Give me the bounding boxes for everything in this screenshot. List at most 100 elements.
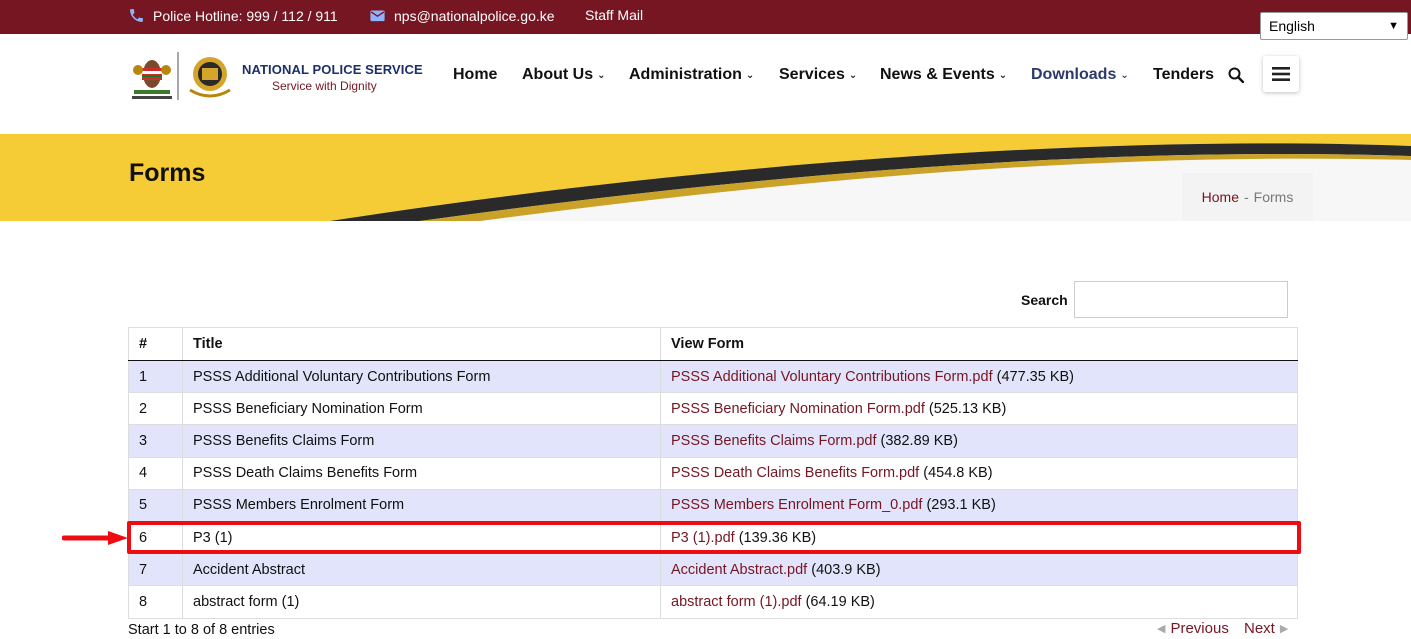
row-title: PSSS Death Claims Benefits Form bbox=[182, 456, 661, 490]
mail-icon bbox=[370, 10, 385, 22]
row-title: PSSS Beneficiary Nomination Form bbox=[182, 392, 661, 426]
row-view-form: abstract form (1).pdf (64.19 KB) bbox=[660, 585, 1298, 619]
file-size: (382.89 KB) bbox=[876, 432, 958, 449]
email-link[interactable]: nps@nationalpolice.go.ke bbox=[369, 7, 555, 24]
row-number: 8 bbox=[128, 585, 183, 619]
row-number: 3 bbox=[128, 424, 183, 458]
table-row: 2 PSSS Beneficiary Nomination Form PSSS … bbox=[128, 392, 1298, 426]
search-icon[interactable] bbox=[1228, 67, 1244, 83]
previous-label: Previous bbox=[1170, 620, 1229, 637]
next-button[interactable]: Next ▶ bbox=[1244, 620, 1288, 637]
nav-tenders[interactable]: Tenders bbox=[1153, 66, 1214, 84]
column-header-view-form[interactable]: View Form bbox=[660, 327, 1298, 361]
search-label: Search bbox=[1021, 292, 1068, 308]
form-download-link[interactable]: Accident Abstract.pdf bbox=[671, 562, 807, 578]
page-title: Forms bbox=[129, 159, 206, 187]
row-number: 2 bbox=[128, 392, 183, 426]
table-row: 5 PSSS Members Enrolment Form PSSS Membe… bbox=[128, 488, 1298, 522]
email-text: nps@nationalpolice.go.ke bbox=[394, 7, 555, 24]
row-view-form: P3 (1).pdf (139.36 KB) bbox=[660, 520, 1298, 555]
nav-news-events[interactable]: News & Events ⌄ bbox=[880, 66, 1007, 84]
form-download-link[interactable]: PSSS Death Claims Benefits Form.pdf bbox=[671, 465, 919, 481]
staff-mail-text: Staff Mail bbox=[585, 7, 644, 23]
nav-administration-label: Administration bbox=[629, 66, 742, 83]
file-size: (454.8 KB) bbox=[919, 465, 993, 482]
hotline-text: Police Hotline: 999 / 112 / 911 bbox=[153, 7, 338, 24]
nav-tenders-label: Tenders bbox=[1153, 66, 1215, 83]
table-info: Start 1 to 8 of 8 entries bbox=[128, 622, 275, 638]
file-size: (293.1 KB) bbox=[922, 497, 996, 514]
form-download-link[interactable]: PSSS Members Enrolment Form_0.pdf bbox=[671, 497, 922, 513]
breadcrumb-home-link[interactable]: Home bbox=[1202, 189, 1239, 205]
next-label: Next bbox=[1244, 620, 1275, 637]
column-header-number[interactable]: # bbox=[128, 327, 183, 361]
triangle-left-icon: ◀ bbox=[1157, 623, 1166, 635]
nav-services[interactable]: Services ⌄ bbox=[779, 66, 857, 84]
chevron-down-icon: ▼ bbox=[1388, 20, 1399, 32]
search-input[interactable] bbox=[1074, 281, 1288, 318]
breadcrumb-current: Forms bbox=[1253, 189, 1294, 205]
row-title: P3 (1) bbox=[182, 520, 661, 555]
phone-icon bbox=[130, 9, 143, 22]
row-view-form: PSSS Members Enrolment Form_0.pdf (293.1… bbox=[660, 488, 1298, 522]
pointer-arrow-icon bbox=[62, 531, 128, 545]
column-header-title[interactable]: Title bbox=[182, 327, 661, 361]
form-download-link[interactable]: abstract form (1).pdf bbox=[671, 594, 802, 610]
row-view-form: PSSS Beneficiary Nomination Form.pdf (52… bbox=[660, 392, 1298, 426]
form-download-link[interactable]: PSSS Benefits Claims Form.pdf bbox=[671, 433, 877, 449]
table-row: 3 PSSS Benefits Claims Form PSSS Benefit… bbox=[128, 424, 1298, 458]
row-view-form: PSSS Benefits Claims Form.pdf (382.89 KB… bbox=[660, 424, 1298, 458]
table-row: 8 abstract form (1) abstract form (1).pd… bbox=[128, 585, 1298, 619]
row-number: 4 bbox=[128, 456, 183, 490]
chevron-down-icon: ⌄ bbox=[998, 69, 1008, 81]
language-select[interactable]: English ▼ bbox=[1260, 12, 1408, 40]
form-download-link[interactable]: PSSS Beneficiary Nomination Form.pdf bbox=[671, 401, 925, 417]
top-bar: Police Hotline: 999 / 112 / 911 nps@nati… bbox=[0, 0, 1411, 34]
row-view-form: PSSS Death Claims Benefits Form.pdf (454… bbox=[660, 456, 1298, 490]
nav-downloads[interactable]: Downloads ⌄ bbox=[1031, 66, 1129, 84]
file-size: (477.35 KB) bbox=[992, 368, 1075, 385]
row-number: 7 bbox=[128, 553, 183, 587]
form-download-link[interactable]: PSSS Additional Voluntary Contributions … bbox=[671, 369, 993, 385]
row-title: PSSS Additional Voluntary Contributions … bbox=[182, 359, 661, 394]
table-row-highlighted: 6 P3 (1) P3 (1).pdf (139.36 KB) bbox=[128, 520, 1298, 555]
nav-downloads-label: Downloads bbox=[1031, 66, 1117, 83]
table-row: 1 PSSS Additional Voluntary Contribution… bbox=[128, 359, 1298, 394]
nav-administration[interactable]: Administration ⌄ bbox=[629, 66, 754, 84]
hamburger-menu-button[interactable] bbox=[1263, 56, 1299, 92]
language-value: English bbox=[1269, 18, 1315, 34]
file-size: (403.9 KB) bbox=[807, 561, 881, 578]
chevron-down-icon: ⌄ bbox=[1120, 69, 1129, 81]
row-number: 6 bbox=[128, 520, 183, 555]
triangle-right-icon: ▶ bbox=[1279, 623, 1289, 635]
table-row: 4 PSSS Death Claims Benefits Form PSSS D… bbox=[128, 456, 1298, 490]
row-title: PSSS Members Enrolment Form bbox=[182, 488, 661, 522]
brand-tagline: Service with Dignity bbox=[272, 79, 377, 93]
form-download-link[interactable]: P3 (1).pdf bbox=[671, 530, 735, 546]
breadcrumb-separator: - bbox=[1244, 189, 1249, 205]
site-logo[interactable]: NATIONAL POLICE SERVICE Service with Dig… bbox=[130, 50, 430, 102]
row-title: Accident Abstract bbox=[182, 553, 661, 587]
brand-name: NATIONAL POLICE SERVICE bbox=[242, 62, 423, 77]
nav-about-us-label: About Us bbox=[522, 66, 594, 83]
staff-mail-link[interactable]: Staff Mail bbox=[585, 7, 643, 23]
file-size: (525.13 KB) bbox=[924, 400, 1007, 417]
file-size: (64.19 KB) bbox=[801, 593, 875, 610]
nav-about-us[interactable]: About Us ⌄ bbox=[522, 66, 606, 84]
previous-button[interactable]: ◀ Previous bbox=[1157, 620, 1229, 637]
row-title: abstract form (1) bbox=[182, 585, 661, 619]
table-row: 7 Accident Abstract Accident Abstract.pd… bbox=[128, 553, 1298, 587]
coat-of-arms-logo bbox=[132, 52, 231, 100]
chevron-down-icon: ⌄ bbox=[597, 69, 606, 81]
chevron-down-icon: ⌄ bbox=[745, 69, 755, 81]
file-size: (139.36 KB) bbox=[734, 529, 817, 546]
table-header-row: # Title View Form bbox=[128, 327, 1298, 361]
nav-home-label: Home bbox=[453, 66, 498, 83]
row-number: 5 bbox=[128, 488, 183, 522]
breadcrumb: Home - Forms bbox=[1182, 173, 1313, 221]
row-title: PSSS Benefits Claims Form bbox=[182, 424, 661, 458]
row-view-form: Accident Abstract.pdf (403.9 KB) bbox=[660, 553, 1298, 587]
nav-services-label: Services bbox=[779, 66, 845, 83]
row-number: 1 bbox=[128, 359, 183, 394]
nav-home[interactable]: Home bbox=[453, 66, 497, 84]
